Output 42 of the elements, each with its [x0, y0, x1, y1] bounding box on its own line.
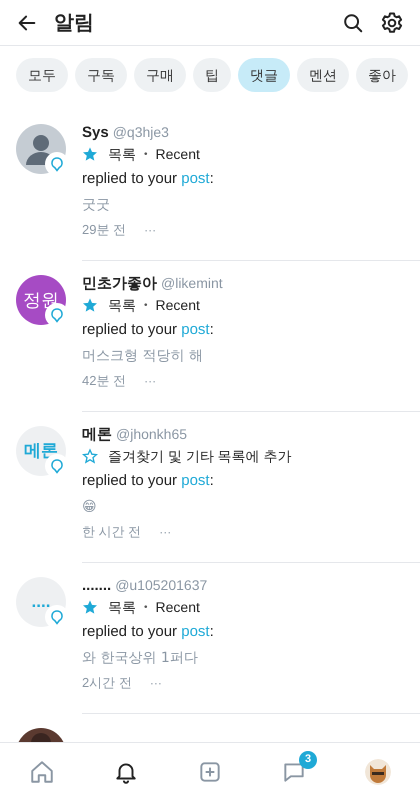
comment-text: 굿굿 [82, 196, 110, 214]
filter-chip[interactable]: 모두 [16, 58, 68, 92]
comment-text: 머스크형 적당히 해 [82, 346, 203, 366]
comment-text: 와 한국상위 1퍼다 [82, 648, 198, 668]
filter-chip[interactable]: 멘션 [297, 58, 349, 92]
star-icon[interactable] [82, 146, 98, 162]
timestamp: 42분 전 [82, 372, 126, 390]
separator-dot: • [144, 600, 148, 614]
separator-dot: • [144, 148, 148, 162]
list-label[interactable]: 즐겨찾기 및 기타 목록에 추가 [108, 446, 292, 466]
unread-badge: 3 [299, 750, 317, 768]
notification-text: replied to your post: [82, 320, 214, 340]
list-name[interactable]: Recent [156, 596, 200, 618]
user-name[interactable]: Sys [82, 122, 109, 144]
comment-text: 😁 [82, 498, 97, 516]
filter-chip[interactable]: 구매 [134, 58, 186, 92]
list-label[interactable]: 목록 [108, 144, 136, 164]
user-name[interactable]: 메론 [82, 424, 112, 446]
star-icon[interactable] [82, 297, 98, 313]
timestamp: 29분 전 [82, 221, 126, 240]
separator-dot: • [144, 298, 148, 312]
notification-text: replied to your post: [82, 169, 214, 189]
page-title: 알림 [54, 10, 94, 36]
list-name[interactable]: Recent [156, 294, 200, 316]
user-name[interactable]: 민초가좋아 [82, 273, 157, 296]
star-outline-icon[interactable] [82, 448, 98, 464]
list-label[interactable]: 목록 [108, 596, 136, 618]
filter-chip[interactable]: 댓글 [238, 58, 290, 92]
notification-text: replied to your post: [82, 471, 214, 491]
filter-chip[interactable]: 구독 [75, 58, 127, 92]
timestamp: 한 시간 전 [82, 523, 142, 542]
user-name[interactable]: ....... [82, 575, 112, 598]
home-icon[interactable] [29, 758, 55, 784]
list-label[interactable]: 목록 [108, 294, 136, 316]
settings-icon[interactable] [380, 10, 404, 34]
notification-text: replied to your post: [82, 622, 214, 642]
search-icon[interactable] [342, 12, 364, 34]
filter-chip[interactable]: 좋아 [356, 58, 408, 92]
timestamp: 2시간 전 [82, 674, 132, 692]
star-icon[interactable] [82, 599, 98, 615]
list-name[interactable]: Recent [156, 144, 200, 164]
filter-chip[interactable]: 팁 [193, 58, 231, 92]
